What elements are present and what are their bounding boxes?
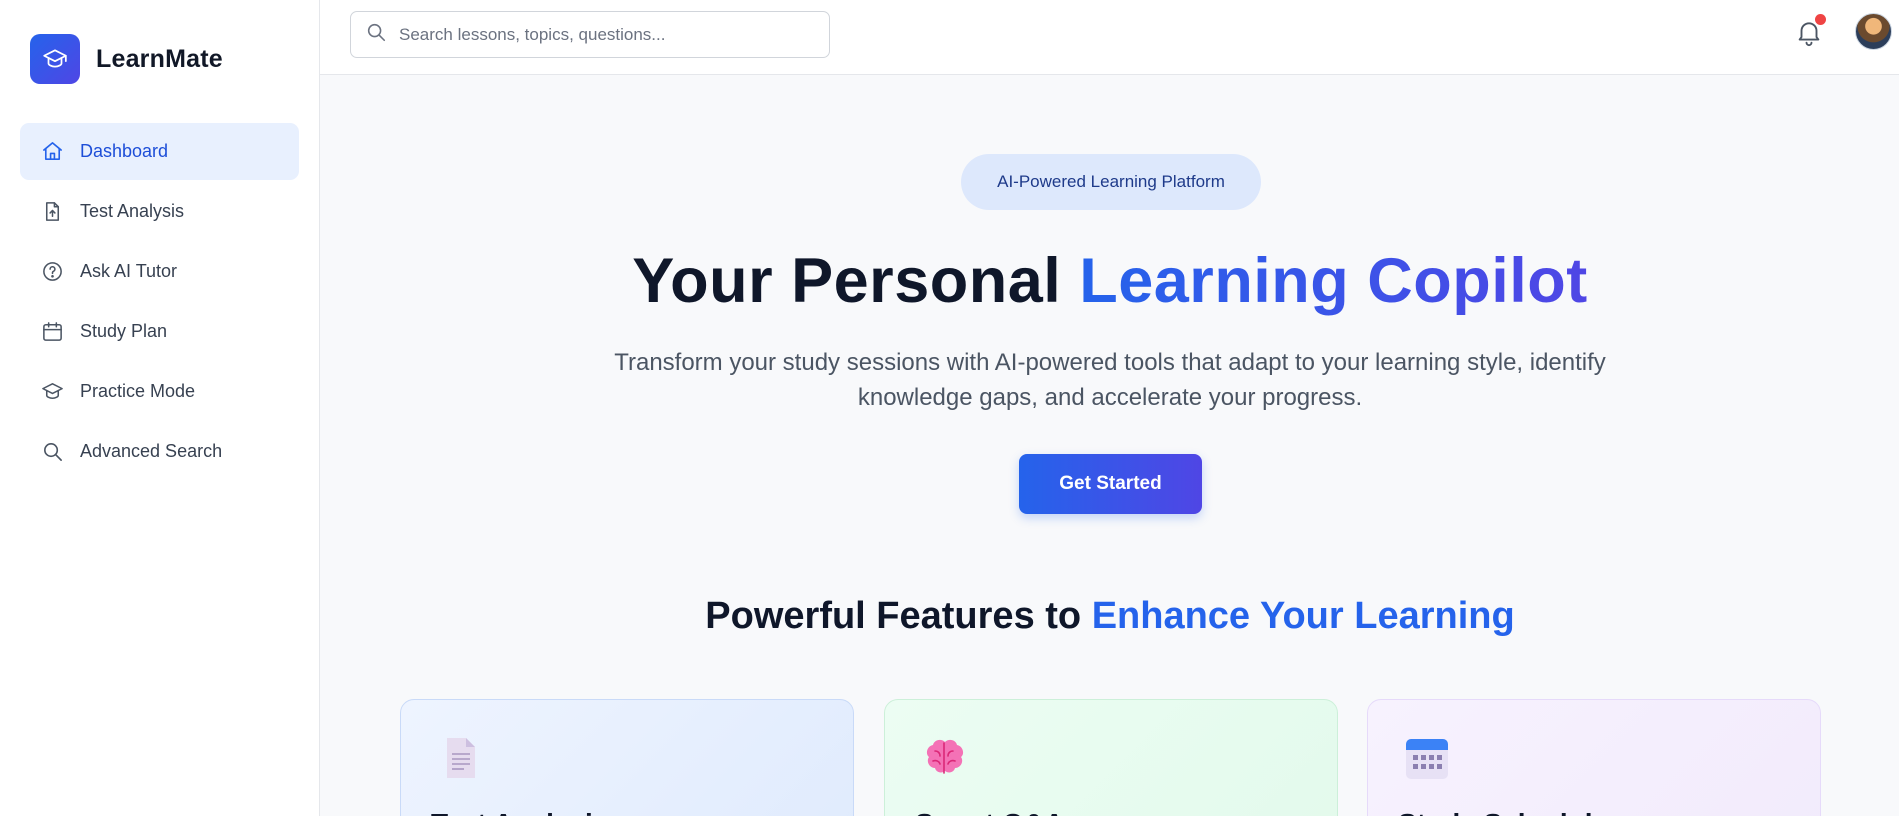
feature-card-title: Smart Q&A bbox=[915, 808, 1064, 816]
sidebar-item-label: Test Analysis bbox=[80, 201, 185, 221]
document-icon bbox=[437, 735, 483, 781]
features-title-plain: Powerful Features to bbox=[705, 595, 1092, 637]
hero-title-accent: Learning Copilot bbox=[1079, 246, 1588, 316]
avatar[interactable] bbox=[1855, 13, 1892, 50]
sidebar-item-dashboard[interactable]: Dashboard bbox=[20, 123, 299, 180]
feature-card-title: Study Schedules bbox=[1398, 808, 1624, 816]
search-box[interactable] bbox=[350, 11, 830, 58]
notification-badge bbox=[1815, 14, 1826, 25]
topbar bbox=[320, 0, 1899, 75]
feature-card-test-analysis[interactable]: Test Analysis bbox=[400, 699, 854, 816]
notifications-button[interactable] bbox=[1794, 14, 1826, 47]
sidebar-item-label: Dashboard bbox=[80, 141, 169, 161]
calendar-icon bbox=[40, 320, 64, 344]
sidebar-item-study-plan[interactable]: Study Plan bbox=[20, 303, 299, 360]
hero-title: Your Personal Learning Copilot bbox=[320, 245, 1899, 317]
sidebar-item-label: Study Plan bbox=[80, 321, 168, 341]
search-input[interactable] bbox=[399, 24, 819, 45]
search-icon bbox=[365, 21, 387, 48]
sidebar-item-test-analysis[interactable]: Test Analysis bbox=[20, 183, 299, 240]
app-name: LearnMate bbox=[96, 44, 223, 73]
sidebar-item-ask-ai-tutor[interactable]: Ask AI Tutor bbox=[20, 243, 299, 300]
sidebar-item-label: Ask AI Tutor bbox=[80, 261, 178, 281]
graduation-cap-icon bbox=[40, 380, 64, 404]
platform-badge: AI-Powered Learning Platform bbox=[961, 154, 1261, 210]
calendar-grid-icon bbox=[1404, 735, 1450, 781]
get-started-button[interactable]: Get Started bbox=[1019, 454, 1202, 514]
sidebar-item-label: Practice Mode bbox=[80, 381, 196, 401]
graduation-cap-icon bbox=[30, 34, 80, 84]
sidebar-item-advanced-search[interactable]: Advanced Search bbox=[20, 423, 299, 480]
sidebar-nav: Dashboard Test Analysis Ask AI Tutor Stu… bbox=[20, 123, 299, 483]
brand[interactable]: LearnMate bbox=[30, 34, 223, 84]
search-icon bbox=[40, 440, 64, 464]
sidebar-item-label: Advanced Search bbox=[80, 441, 223, 461]
sidebar: LearnMate Dashboard Test Analysis Ask AI… bbox=[0, 0, 320, 816]
feature-card-smart-qa[interactable]: Smart Q&A bbox=[884, 699, 1338, 816]
main-content: AI-Powered Learning Platform Your Person… bbox=[320, 75, 1899, 816]
hero-title-plain: Your Personal bbox=[632, 246, 1080, 316]
file-upload-icon bbox=[40, 200, 64, 224]
feature-card-study-schedules[interactable]: Study Schedules bbox=[1367, 699, 1821, 816]
bell-icon bbox=[1794, 22, 1824, 51]
features-title-accent: Enhance Your Learning bbox=[1091, 595, 1515, 637]
sidebar-item-practice-mode[interactable]: Practice Mode bbox=[20, 363, 299, 420]
hero-subtitle: Transform your study sessions with AI-po… bbox=[614, 349, 1606, 411]
feature-card-title: Test Analysis bbox=[431, 808, 608, 816]
features-title: Powerful Features to Enhance Your Learni… bbox=[320, 595, 1899, 638]
home-icon bbox=[40, 140, 64, 164]
help-circle-icon bbox=[40, 260, 64, 284]
brain-icon bbox=[921, 735, 967, 781]
